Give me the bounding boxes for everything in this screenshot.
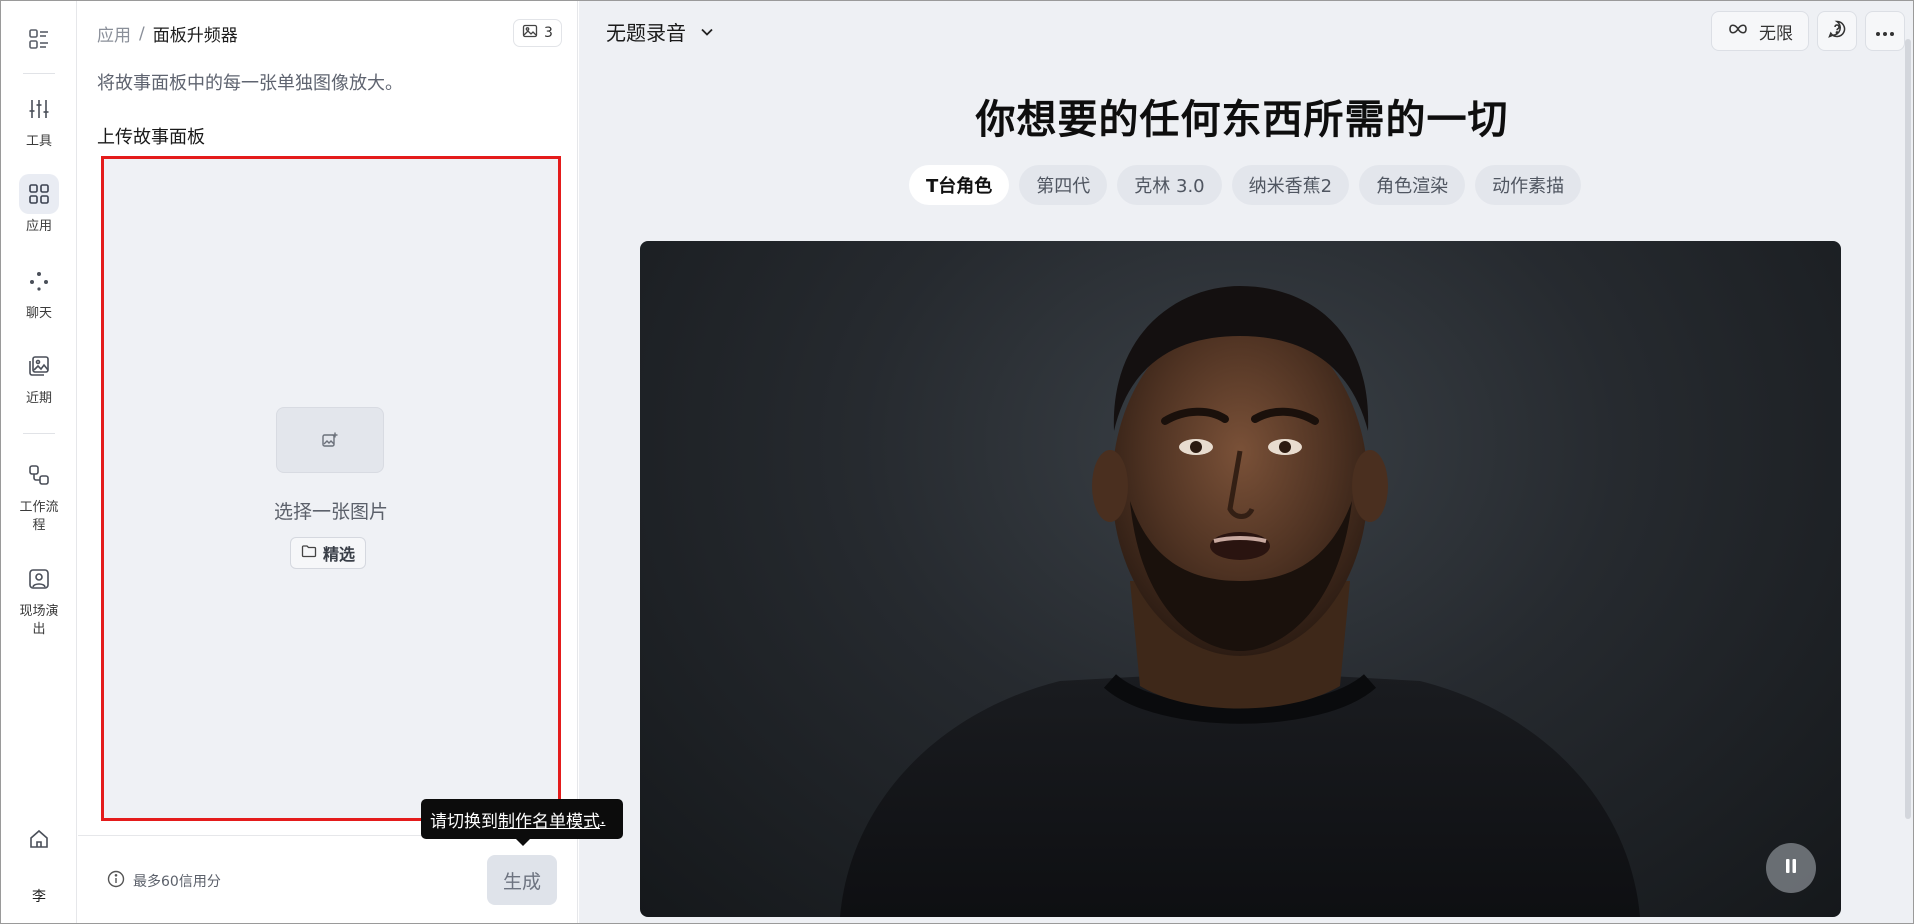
workflow-icon <box>19 455 59 495</box>
images-icon <box>19 346 59 386</box>
pause-icon <box>1784 858 1798 878</box>
grid-icon <box>19 174 59 214</box>
upload-section-title: 上传故事面板 <box>97 127 205 148</box>
credits-text: 最多60信用分 <box>133 874 221 890</box>
chevron-down-icon <box>700 20 714 44</box>
rail-divider <box>23 73 55 74</box>
breadcrumb-root[interactable]: 应用 <box>97 21 131 46</box>
rail-item-workflow[interactable]: 工作流程 <box>1 455 77 535</box>
rail-item-live[interactable]: 现场演出 <box>1 559 77 639</box>
rail-divider <box>23 433 55 434</box>
pause-button[interactable] <box>1766 843 1816 893</box>
dots-icon <box>19 261 59 301</box>
rail-label: 工作流程 <box>19 500 59 533</box>
tooltip-credits-mode-link[interactable]: 制作名单模式 <box>498 807 600 832</box>
page-headline: 你想要的任何东西所需的一切 <box>975 97 1509 143</box>
tooltip-prefix: 请切换到 <box>430 811 498 832</box>
recording-title: 无题录音 <box>606 21 686 45</box>
image-count: 3 <box>544 25 553 41</box>
rail-item-recent[interactable]: 近期 <box>1 346 77 408</box>
more-horizontal-icon <box>1875 22 1895 41</box>
avatar[interactable]: 李 <box>23 880 55 912</box>
chip-motion-sketch[interactable]: 动作素描 <box>1475 165 1582 205</box>
generate-button[interactable]: 生成 <box>487 855 557 905</box>
scrollbar[interactable] <box>1905 39 1911 819</box>
app-rail: 工具 应用 聊天 近期 工作流程 现场演出 李 <box>1 1 77 923</box>
rail-label: 聊天 <box>25 306 52 321</box>
app-description: 将故事面板中的每一张单独图像放大。 <box>97 73 403 94</box>
rail-label: 近期 <box>25 391 52 406</box>
portrait-icon <box>19 559 59 599</box>
rail-label: 工具 <box>25 134 52 149</box>
featured-picker-button[interactable]: 精选 <box>290 537 367 569</box>
info-icon[interactable] <box>107 870 125 892</box>
chat-help-icon <box>1827 19 1847 43</box>
storyboard-dropzone[interactable]: 选择一张图片 精选 <box>101 156 561 821</box>
unlimited-label: 无限 <box>1759 23 1793 44</box>
tooltip: 请切换到 制作名单模式 . <box>421 799 623 839</box>
rail-label: 应用 <box>25 219 52 234</box>
recording-title-dropdown[interactable]: 无题录音 <box>606 17 714 46</box>
category-chips: T台角色 第四代 克林 3.0 纳米香蕉2 角色渲染 动作素描 <box>909 165 1582 205</box>
video-frame-portrait <box>840 286 1640 917</box>
chip-nano-banana[interactable]: 纳米香蕉2 <box>1231 165 1350 205</box>
dropzone-text: 选择一张图片 <box>273 501 388 523</box>
main-area: 无题录音 无限 你想要的任何东西所需的一切 T台角色 第四代 克林 3.0 纳米 <box>579 1 1913 923</box>
breadcrumb-current: 面板升频器 <box>152 26 238 46</box>
chip-runway-character[interactable]: T台角色 <box>909 165 1010 205</box>
chip-kling[interactable]: 克林 3.0 <box>1117 165 1222 205</box>
infinity-icon <box>1727 21 1749 41</box>
breadcrumb: 应用 / 面板升频器 <box>97 21 238 47</box>
rail-item-apps[interactable]: 应用 <box>1 174 77 236</box>
chip-gen4[interactable]: 第四代 <box>1019 165 1108 205</box>
image-icon <box>522 23 538 43</box>
rail-label: 现场演出 <box>19 604 59 637</box>
image-count-badge[interactable]: 3 <box>513 19 562 47</box>
tooltip-arrow <box>514 837 532 846</box>
chip-character-render[interactable]: 角色渲染 <box>1359 165 1466 205</box>
toggle-sidebar-icon[interactable] <box>23 23 55 55</box>
rail-item-tools[interactable]: 工具 <box>1 89 77 151</box>
showcase-video[interactable] <box>640 241 1841 917</box>
app-panel: 应用 / 面板升频器 3 将故事面板中的每一张单独图像放大。 上传故事面板 选择… <box>78 1 578 923</box>
unlimited-button[interactable]: 无限 <box>1711 11 1809 51</box>
featured-picker-label: 精选 <box>323 545 356 564</box>
tooltip-suffix: . <box>600 809 606 829</box>
add-image-icon <box>276 407 384 473</box>
sliders-icon <box>19 89 59 129</box>
breadcrumb-separator: / <box>139 23 145 44</box>
rail-item-chat[interactable]: 聊天 <box>1 261 77 323</box>
credits-info: 最多60信用分 <box>107 870 221 892</box>
home-icon[interactable] <box>23 823 55 855</box>
folder-icon <box>301 543 317 563</box>
feedback-button[interactable] <box>1817 11 1857 51</box>
more-options-button[interactable] <box>1865 11 1905 51</box>
